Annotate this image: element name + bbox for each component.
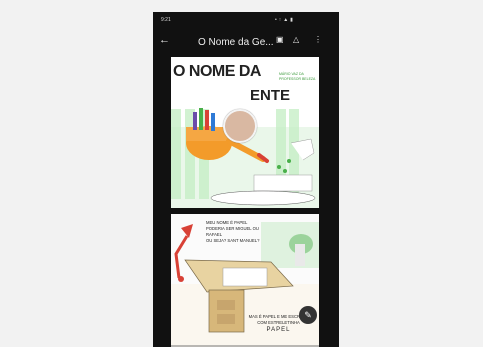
speech-top-line2: PODERIA SER MIGUEL OU RAFAEL [206,226,259,237]
phone-screen: 9:21 • ↑ ▲ ▮ ← O Nome da Ge... ▣ △ ⋮ O N… [153,12,339,347]
document-title: O Nome da Ge... [198,37,274,48]
page-1: O NOME DA ENTE MÁRIO VAZ DA PROFESSOR BE… [171,57,319,208]
video-avatar [223,109,257,143]
drive-icon[interactable]: △ [293,35,299,44]
document-icon[interactable]: ▣ [276,35,284,44]
screenshot-stage: 9:21 • ↑ ▲ ▮ ← O Nome da Ge... ▣ △ ⋮ O N… [0,0,483,347]
speech-bottom-line3: PAPEL [266,327,291,333]
app-bar: ← O Nome da Ge... ▣ △ ⋮ [153,32,339,54]
speech-top: MEU NOME É PAPEL PODERIA SER MIGUEL OU R… [206,220,276,244]
back-arrow-icon[interactable]: ← [159,34,170,46]
page-2: MEU NOME É PAPEL PODERIA SER MIGUEL OU R… [171,214,319,347]
speech-top-line3: OU SEJA? SANT MANUEL? [206,238,260,243]
edit-icon[interactable]: ✎ [299,306,317,324]
system-icons: • ↑ ▲ ▮ [275,17,294,23]
more-icon[interactable]: ⋮ [314,35,322,44]
status-time: 9:21 [161,17,171,23]
status-bar: 9:21 • ↑ ▲ ▮ [153,12,339,28]
